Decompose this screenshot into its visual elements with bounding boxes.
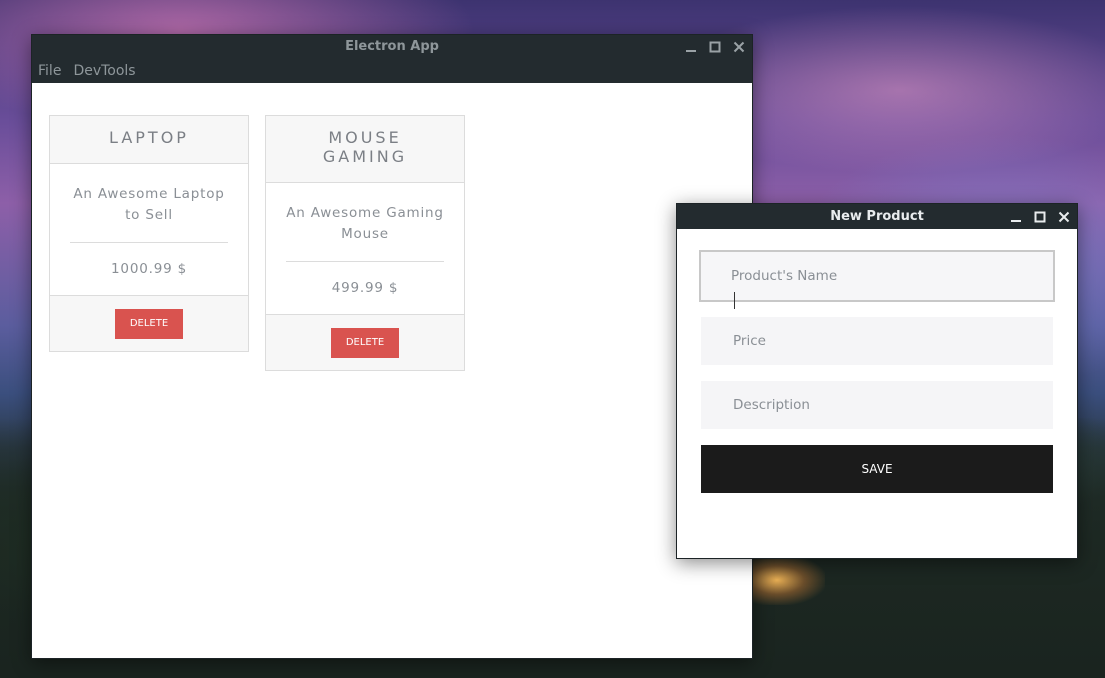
product-name: MOUSE GAMING	[266, 116, 464, 183]
product-card: LAPTOP An Awesome Laptop to Sell 1000.99…	[49, 115, 249, 352]
maximize-icon[interactable]	[708, 40, 722, 54]
new-product-form: SAVE	[677, 229, 1077, 558]
new-product-window: New Product SAVE	[676, 203, 1078, 559]
product-card-footer: DELETE	[50, 295, 248, 351]
minimize-icon[interactable]	[1009, 210, 1023, 224]
main-window-title: Electron App	[345, 39, 439, 54]
price-input[interactable]	[701, 317, 1053, 365]
product-card-body: An Awesome Gaming Mouse 499.99 $	[266, 183, 464, 314]
main-window-controls	[684, 35, 746, 59]
product-description: An Awesome Gaming Mouse	[286, 203, 444, 262]
menubar: File DevTools	[32, 59, 752, 83]
product-card: MOUSE GAMING An Awesome Gaming Mouse 499…	[265, 115, 465, 371]
product-price: 1000.99 $	[111, 261, 187, 277]
close-icon[interactable]	[732, 40, 746, 54]
minimize-icon[interactable]	[684, 40, 698, 54]
new-product-title: New Product	[830, 209, 924, 224]
text-caret	[734, 292, 735, 309]
maximize-icon[interactable]	[1033, 210, 1047, 224]
product-name-input[interactable]	[699, 250, 1055, 302]
product-description: An Awesome Laptop to Sell	[70, 184, 228, 243]
new-product-window-controls	[1009, 204, 1071, 229]
description-input[interactable]	[701, 381, 1053, 429]
main-window: Electron App File DevTools LAPTOP An Awe…	[31, 34, 753, 659]
main-window-titlebar[interactable]: Electron App	[32, 35, 752, 59]
product-card-footer: DELETE	[266, 314, 464, 370]
product-card-body: An Awesome Laptop to Sell 1000.99 $	[50, 164, 248, 295]
menu-devtools[interactable]: DevTools	[73, 59, 135, 83]
delete-button[interactable]: DELETE	[115, 308, 183, 339]
product-price: 499.99 $	[331, 280, 399, 296]
product-name: LAPTOP	[50, 116, 248, 164]
save-button[interactable]: SAVE	[701, 445, 1053, 493]
delete-button[interactable]: DELETE	[331, 327, 399, 358]
close-icon[interactable]	[1057, 210, 1071, 224]
new-product-titlebar[interactable]: New Product	[677, 204, 1077, 229]
menu-file[interactable]: File	[38, 59, 61, 83]
products-area: LAPTOP An Awesome Laptop to Sell 1000.99…	[32, 83, 752, 658]
desktop-town-lights	[745, 555, 825, 605]
